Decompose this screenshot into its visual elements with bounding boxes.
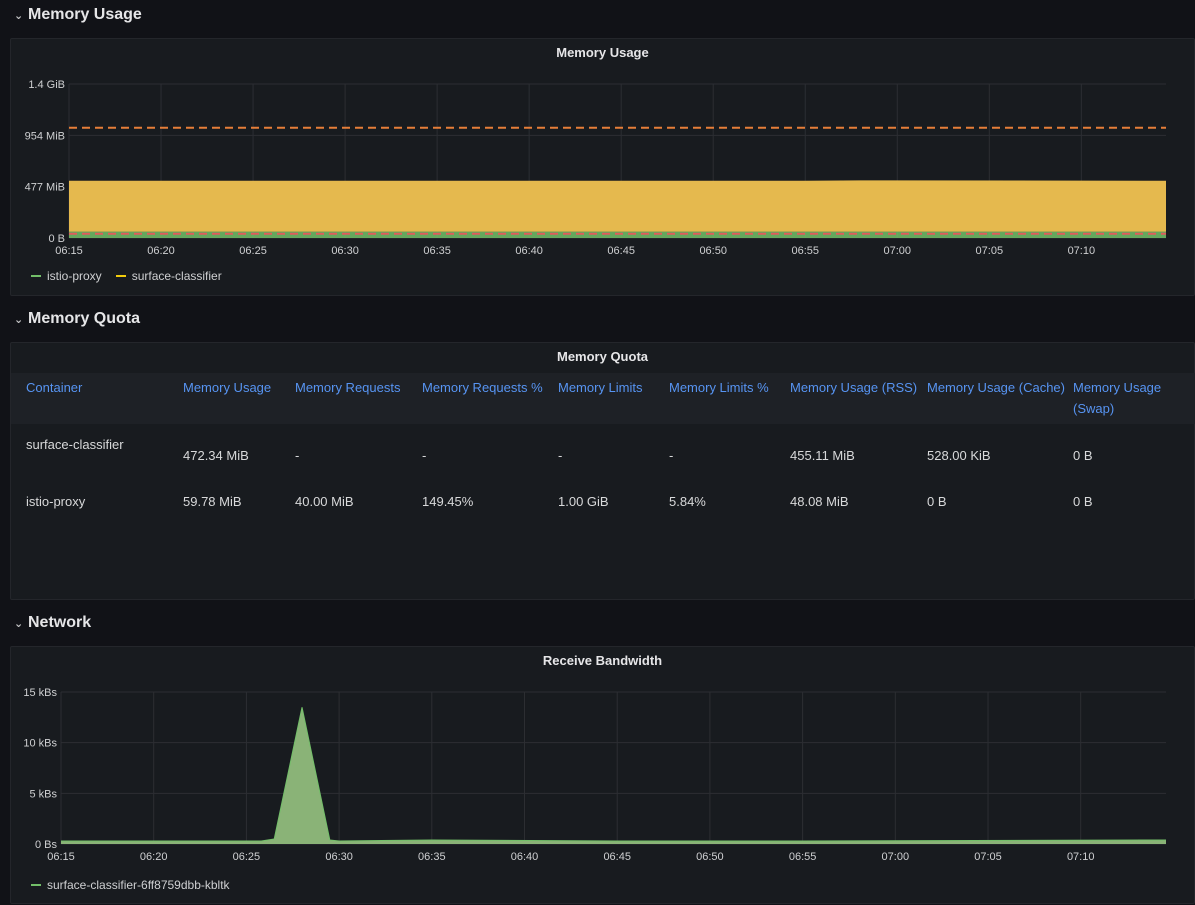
chevron-down-icon[interactable]: ⌄: [14, 617, 24, 630]
x-tick-label: 06:25: [239, 245, 267, 257]
legend-item-surface-classifier-pod[interactable]: surface-classifier-6ff8759dbb-kbltk: [31, 878, 230, 892]
chart-legend: surface-classifier-6ff8759dbb-kbltk: [31, 878, 230, 892]
table-cell: 472.34 MiB: [183, 448, 249, 463]
y-tick-label: 954 MiB: [25, 130, 65, 142]
x-tick-label: 06:35: [418, 851, 446, 863]
table-cell: 59.78 MiB: [183, 494, 242, 509]
y-tick-label: 477 MiB: [25, 182, 65, 194]
series-line-surface-classifier-pod: [61, 707, 1167, 842]
x-tick-label: 07:05: [976, 245, 1004, 257]
table-cell: -: [669, 448, 674, 463]
receive-bandwidth-chart[interactable]: 0 Bs 5 kBs 10 kBs 15 kBs 06:15 06:20 06:25 06:3…: [11, 647, 1195, 905]
x-tick-label: 07:10: [1067, 851, 1095, 863]
column-header[interactable]: Container: [11, 373, 179, 424]
y-tick-label: 1.4 GiB: [28, 79, 65, 91]
legend-swatch: [115, 275, 126, 277]
chevron-down-icon[interactable]: ⌄: [14, 313, 24, 326]
table-cell: 0 B: [1073, 448, 1093, 463]
row-title: Memory Quota: [28, 310, 141, 327]
table-cell: -: [295, 448, 300, 463]
row-header-memory-usage[interactable]: ⌄ Memory Usage: [14, 3, 142, 27]
memory-usage-chart[interactable]: 0 B 477 MiB 954 MiB 1.4 GiB 06:15 06:20 06:25 0…: [11, 39, 1195, 297]
x-tick-label: 07:00: [884, 245, 912, 257]
table-cell: -: [558, 448, 563, 463]
table-row: surface-classifier 472.34 MiB - - - - 45…: [11, 424, 1195, 484]
table-cell: 455.11 MiB: [790, 448, 855, 463]
x-tick-label: 06:45: [607, 245, 635, 257]
column-header[interactable]: Memory Requests %: [418, 373, 554, 424]
table-cell: 0 B: [1073, 494, 1093, 509]
row-header-memory-quota[interactable]: ⌄ Memory Quota: [14, 307, 140, 331]
receive-bandwidth-panel: Receive Bandwidth 0 Bs 5 kBs 10 kBs 15 kBs 0…: [10, 646, 1195, 904]
x-tick-label: 07:10: [1068, 245, 1096, 257]
memory-quota-panel: Memory Quota Container Memory Usage Memo…: [10, 342, 1195, 600]
x-tick-label: 06:25: [233, 851, 261, 863]
column-header[interactable]: Memory Usage: [179, 373, 291, 424]
y-tick-label: 0 Bs: [35, 839, 58, 851]
legend-swatch: [31, 884, 41, 886]
column-header[interactable]: Memory Limits: [554, 373, 665, 424]
x-tick-label: 06:40: [511, 851, 539, 863]
chevron-down-icon[interactable]: ⌄: [14, 9, 24, 22]
row-title: Memory Usage: [28, 6, 142, 23]
x-tick-label: 06:55: [789, 851, 817, 863]
x-tick-label: 06:55: [791, 245, 819, 257]
table-cell-container: surface-classifier: [26, 437, 124, 452]
legend-item-surface-classifier[interactable]: surface-classifier: [115, 269, 222, 283]
table-cell: 528.00 KiB: [927, 448, 991, 463]
x-tick-label: 07:00: [882, 851, 910, 863]
series-area-surface-classifier-pod: [61, 707, 1166, 844]
x-tick-label: 06:15: [55, 245, 83, 257]
memory-quota-table: Container Memory Usage Memory Requests M…: [11, 373, 1195, 524]
y-tick-label: 10 kBs: [23, 738, 57, 750]
table-cell: 40.00 MiB: [295, 494, 354, 509]
x-tick-label: 06:35: [423, 245, 451, 257]
x-tick-label: 06:15: [47, 851, 75, 863]
x-tick-label: 06:30: [325, 851, 353, 863]
memory-usage-panel: Memory Usage 0 B 477 MiB 954 MiB 1.4 GiB 06:…: [10, 38, 1195, 296]
table-header-row: Container Memory Usage Memory Requests M…: [11, 373, 1195, 424]
table-cell: 0 B: [927, 494, 947, 509]
row-title: Network: [28, 614, 92, 631]
legend-label: surface-classifier-6ff8759dbb-kbltk: [47, 878, 230, 892]
x-tick-label: 06:45: [603, 851, 631, 863]
table-cell: 149.45%: [422, 494, 474, 509]
table-cell-container: istio-proxy: [26, 494, 86, 509]
panel-title[interactable]: Memory Quota: [11, 349, 1194, 364]
chart-legend: istio-proxy surface-classifier: [31, 269, 222, 283]
legend-swatch: [31, 275, 41, 277]
x-tick-label: 06:20: [140, 851, 168, 863]
series-area-istio-proxy: [69, 231, 1166, 238]
table-cell: 5.84%: [669, 494, 706, 509]
column-header[interactable]: Memory Limits %: [665, 373, 786, 424]
legend-label: surface-classifier: [131, 269, 222, 283]
column-header[interactable]: Memory Usage (Swap): [1069, 373, 1195, 424]
x-tick-label: 07:05: [974, 851, 1002, 863]
x-tick-label: 06:40: [515, 245, 543, 257]
table-cell: -: [422, 448, 427, 463]
column-header[interactable]: Memory Usage (RSS): [786, 373, 923, 424]
x-tick-label: 06:20: [147, 245, 175, 257]
series-area-surface-classifier: [69, 180, 1166, 232]
y-tick-label: 5 kBs: [29, 788, 57, 800]
legend-label: istio-proxy: [47, 269, 102, 283]
row-header-network[interactable]: ⌄ Network: [14, 611, 91, 635]
legend-item-istio-proxy[interactable]: istio-proxy: [31, 269, 102, 283]
x-tick-label: 06:30: [331, 245, 359, 257]
y-tick-label: 15 kBs: [23, 687, 57, 699]
table-cell: 1.00 GiB: [558, 494, 609, 509]
column-header[interactable]: Memory Requests: [291, 373, 418, 424]
x-tick-label: 06:50: [699, 245, 727, 257]
x-tick-label: 06:50: [696, 851, 724, 863]
table-row: istio-proxy 59.78 MiB 40.00 MiB 149.45% …: [11, 484, 1195, 524]
column-header[interactable]: Memory Usage (Cache): [923, 373, 1069, 424]
y-tick-label: 0 B: [48, 233, 65, 245]
table-cell: 48.08 MiB: [790, 494, 849, 509]
